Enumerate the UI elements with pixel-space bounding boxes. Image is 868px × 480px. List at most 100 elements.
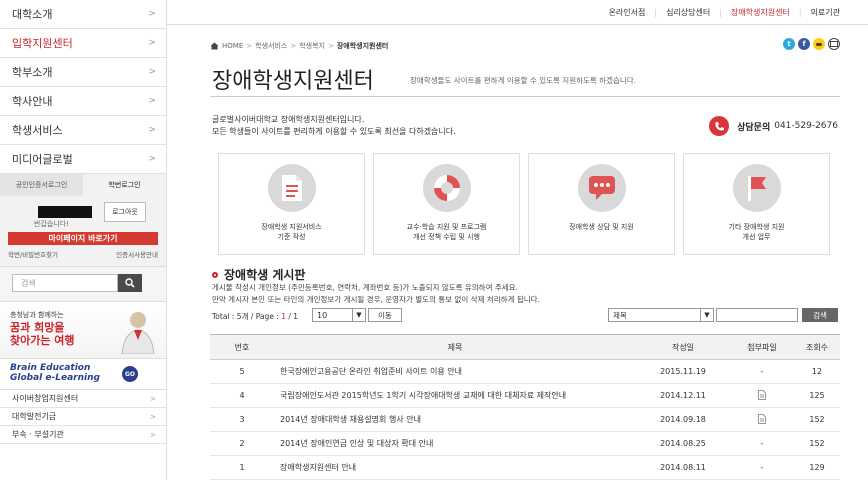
sidebar-item-about[interactable]: 대학소개 > <box>0 0 166 29</box>
card-label: 장애학생 상담 및 지원 <box>529 222 674 232</box>
submenu-item-fund[interactable]: 대학발전기금 > <box>0 408 166 426</box>
sidebar-item-label: 학사안내 <box>12 95 53 108</box>
cell-date: 2014.12.11 <box>636 383 730 408</box>
cert-guide-link[interactable]: 인증서사용안내 <box>116 249 158 259</box>
home-icon <box>210 42 219 50</box>
breadcrumb-home[interactable]: HOME <box>222 42 243 50</box>
service-card-standards[interactable]: 장애학생 지원서비스 기준 작성 <box>218 153 365 255</box>
total-count: Total : 5개 / Page : 1 / 1 <box>212 311 298 322</box>
top-link-disability-center[interactable]: 장애학생지원센터 <box>731 7 790 18</box>
breadcrumb-item[interactable]: 학생복지 <box>299 41 325 51</box>
board-title: 장애학생 게시판 <box>212 266 305 283</box>
cell-views: 125 <box>794 383 840 408</box>
board-notice-1: 게시물 작성시 개인정보 (주민등록번호, 연락처, 계좌번호 등)가 노출되지… <box>212 283 518 292</box>
go-button[interactable]: GO <box>122 366 138 382</box>
divider: | <box>654 7 658 17</box>
top-link-medical[interactable]: 의료기관 <box>811 7 840 18</box>
brain-line2: Global e-Learning <box>10 373 100 383</box>
lifebuoy-icon <box>423 164 471 212</box>
cell-title[interactable]: 장애학생지원센터 안내 <box>274 455 636 480</box>
divider <box>210 96 840 97</box>
cell-title[interactable]: 2014년 장애인연금 인상 및 대상자 확대 안내 <box>274 431 636 456</box>
cell-num: 4 <box>210 383 274 408</box>
search-field-value: 제목 <box>613 310 627 320</box>
sidebar-item-label: 학생서비스 <box>12 124 63 137</box>
submenu-item-label: 부속 · 부설기관 <box>12 430 64 439</box>
sidebar-item-admission[interactable]: 입학지원센터 > <box>0 29 166 58</box>
sidebar-item-departments[interactable]: 학부소개 > <box>0 58 166 87</box>
service-card-other[interactable]: 기타 장애학생 지원 개선 업무 <box>683 153 830 255</box>
keyword-input[interactable] <box>716 308 798 322</box>
banner-big-text: 꿈과 희망을 찾아가는 여행 <box>10 321 75 347</box>
sidebar-item-academics[interactable]: 학사안내 > <box>0 87 166 116</box>
table-row[interactable]: 1 장애학생지원센터 안내 2014.08.11-129 <box>210 455 840 480</box>
board-title-text: 장애학생 게시판 <box>224 268 306 282</box>
banner-small-text: 충청남과 함께하는 <box>10 311 64 319</box>
service-card-counseling[interactable]: 장애학생 상담 및 지원 <box>528 153 675 255</box>
twitter-icon[interactable]: t <box>783 38 795 50</box>
breadcrumb-item[interactable]: 학생서비스 <box>255 41 287 51</box>
sidebar: 대학소개 > 입학지원센터 > 학부소개 > 학사안내 > 학생서비스 > 미디어글로벌 >… <box>0 0 167 480</box>
print-icon[interactable] <box>828 38 840 50</box>
chevron-right-icon: > <box>148 96 156 106</box>
cell-views: 129 <box>794 455 840 480</box>
sidebar-item-media-global[interactable]: 미디어글로벌 > <box>0 145 166 174</box>
board-search-button[interactable]: 검색 <box>802 308 838 322</box>
tab-id-login[interactable]: 학번로그인 <box>83 174 166 196</box>
mypage-button[interactable]: 마이페이지 바로가기 <box>8 232 158 245</box>
cell-views: 152 <box>794 407 840 432</box>
promo-banner[interactable]: 충청남과 함께하는 꿈과 희망을 찾아가는 여행 <box>0 302 166 359</box>
board-controls: Total : 5개 / Page : 1 / 1 10 ▼ 이동 제목 ▼ 검색 <box>212 308 840 324</box>
logged-in-user: 반갑습니다! <box>6 200 96 228</box>
facebook-icon[interactable]: f <box>798 38 810 50</box>
kakaostory-icon[interactable] <box>813 38 825 50</box>
search-field-select[interactable]: 제목 ▼ <box>608 308 714 322</box>
top-link-bookstore[interactable]: 온라인서점 <box>609 7 646 18</box>
chevron-down-icon: ▼ <box>352 308 366 322</box>
cell-num: 2 <box>210 431 274 456</box>
divider: | <box>719 7 722 17</box>
brain-education-banner[interactable]: Brain Education Global e-Learning GO <box>0 359 166 390</box>
top-links-bar: 온라인서점 | 심리상담센터 | 장애학생지원센터 | 의료기관 <box>167 0 868 25</box>
service-card-teaching[interactable]: 교수·학습 지원 및 프로그램 개선 정책 수립 및 시행 <box>373 153 520 255</box>
cell-file: - <box>730 431 794 456</box>
cell-num: 1 <box>210 455 274 480</box>
table-row[interactable]: 3 2014년 장애대학생 채용설명회 행사 안내 2014.09.18 152 <box>210 407 840 432</box>
login-box: 공인인증서로그인 학번로그인 반갑습니다! 로그아웃 마이페이지 바로가기 학번… <box>0 174 166 267</box>
login-tabs: 공인인증서로그인 학번로그인 <box>0 174 166 196</box>
chevron-right-icon: > <box>150 430 156 439</box>
logout-button[interactable]: 로그아웃 <box>104 202 146 222</box>
submenu-item-label: 대학발전기금 <box>12 412 57 421</box>
cell-title[interactable]: 2014년 장애대학생 채용설명회 행사 안내 <box>274 407 636 432</box>
search-button[interactable] <box>118 274 142 292</box>
move-button[interactable]: 이동 <box>368 308 402 322</box>
submenu-item-startup[interactable]: 사이버창업지원센터 > <box>0 390 166 408</box>
search-input[interactable]: 검색 <box>12 274 118 292</box>
cell-title[interactable]: 국립장애인도서관 2015학년도 1학기 시각장애대학생 교재에 대한 대체자료… <box>274 383 636 408</box>
table-row[interactable]: 2 2014년 장애인연금 인상 및 대상자 확대 안내 2014.08.25-15… <box>210 431 840 456</box>
redacted-username <box>38 206 92 218</box>
cell-file: - <box>730 359 794 384</box>
service-cards: 장애학생 지원서비스 기준 작성 교수·학습 지원 및 프로그램 개선 정책 수립 … <box>218 153 832 255</box>
cell-title[interactable]: 한국장애인고용공단 온라인 취업준비 사이트 이용 안내 <box>274 359 636 384</box>
sidebar-item-label: 대학소개 <box>12 8 53 21</box>
table-row[interactable]: 4 국립장애인도서관 2015학년도 1학기 시각장애대학생 교재에 대한 대체자… <box>210 383 840 408</box>
banner-line2: 찾아가는 여행 <box>10 334 75 347</box>
submenu-item-affiliates[interactable]: 부속 · 부설기관 > <box>0 426 166 444</box>
submenu-item-label: 사이버창업지원센터 <box>12 394 79 403</box>
per-page-select[interactable]: 10 ▼ <box>312 308 366 322</box>
table-row[interactable]: 5 한국장애인고용공단 온라인 취업준비 사이트 이용 안내 2015.11.19-… <box>210 359 840 384</box>
table-header: 번호 제목 작성일 첨부파일 조회수 <box>210 334 840 360</box>
login-links: 학번/비밀번호찾기 인증서사용안내 <box>8 249 158 259</box>
top-link-counseling[interactable]: 심리상담센터 <box>666 7 710 18</box>
find-password-link[interactable]: 학번/비밀번호찾기 <box>8 249 58 259</box>
sidebar-item-student-services[interactable]: 학생서비스 > <box>0 116 166 145</box>
col-file: 첨부파일 <box>730 334 794 360</box>
chevron-right-icon: > <box>150 394 156 403</box>
attachment-icon[interactable] <box>758 413 766 424</box>
attachment-icon[interactable] <box>758 389 766 400</box>
tab-cert-login[interactable]: 공인인증서로그인 <box>0 174 83 196</box>
cell-date: 2014.08.25 <box>636 431 730 456</box>
cell-views: 152 <box>794 431 840 456</box>
bullet-icon <box>212 271 218 278</box>
